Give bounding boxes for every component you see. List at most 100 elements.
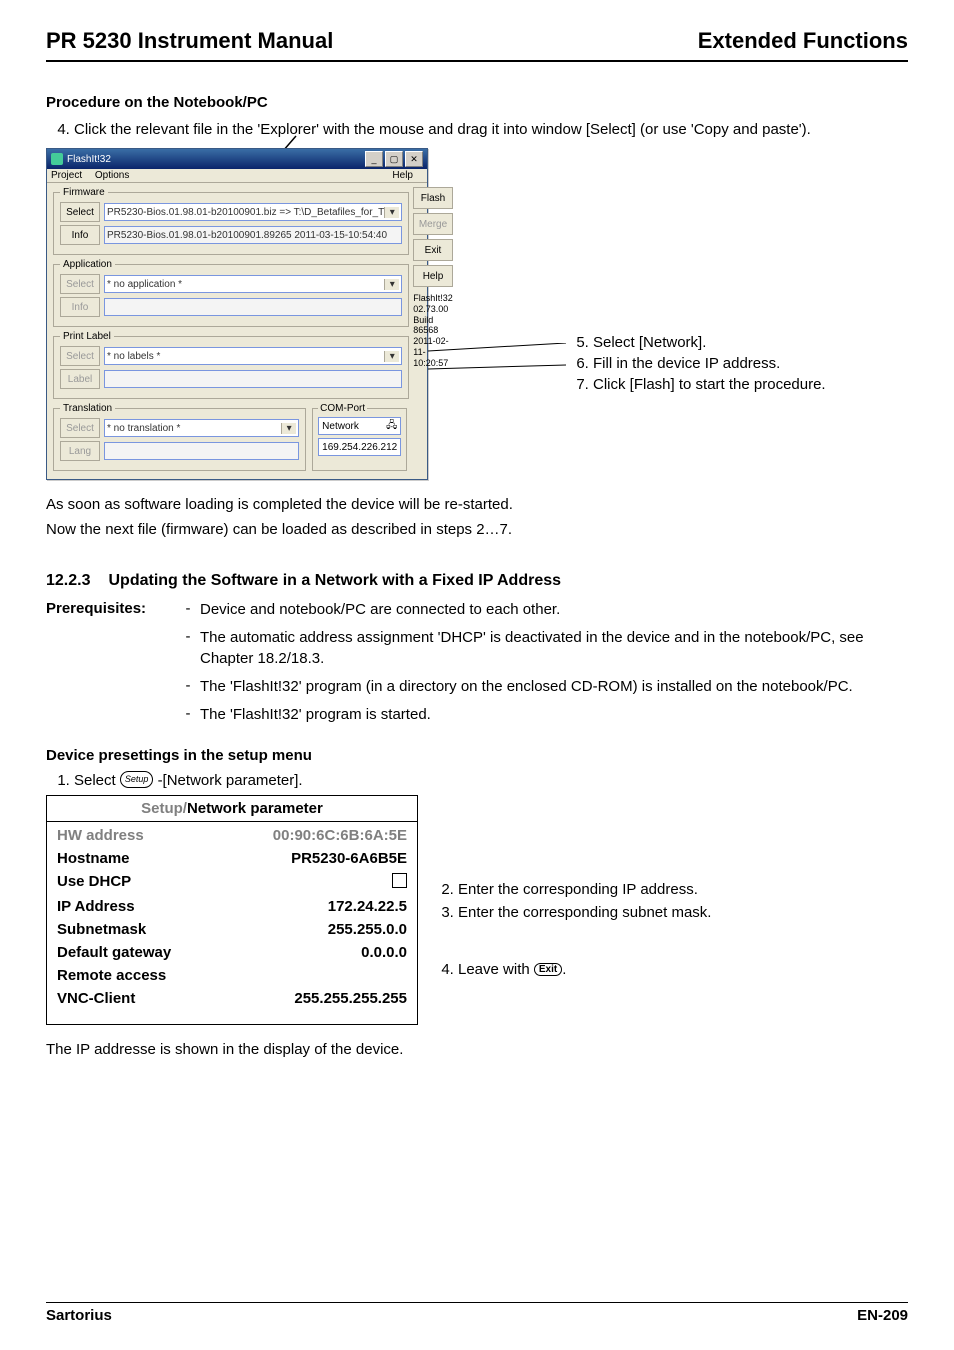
panel-title-grey: Setup/	[141, 800, 187, 817]
comport-ip-value: 169.254.226.212	[322, 442, 397, 453]
firmware-select-field[interactable]: PR5230-Bios.01.98.01-b20100901.biz => T:…	[104, 203, 402, 221]
application-select-value: * no application *	[107, 279, 182, 290]
footer-page: EN-209	[857, 1307, 908, 1324]
param-value-checkbox[interactable]	[392, 873, 407, 892]
param-label: Hostname	[57, 850, 130, 867]
prereq-label: Prerequisites:	[46, 600, 176, 733]
printlabel-select-field[interactable]: * no labels * ▾	[104, 347, 402, 365]
after-line-2: Now the next file (firmware) can be load…	[46, 519, 908, 540]
printlabel-group: Print Label Select * no labels * ▾ Label	[53, 331, 409, 399]
flash-button[interactable]: Flash	[413, 187, 453, 209]
param-value: PR5230-6A6B5E	[291, 850, 407, 867]
exit-button[interactable]: Exit	[413, 239, 453, 261]
firmware-legend: Firmware	[60, 187, 108, 198]
param-label: VNC-Client	[57, 990, 135, 1007]
device-heading: Device presettings in the setup menu	[46, 747, 908, 764]
translation-select-value: * no translation *	[107, 423, 180, 434]
device-step-1: Select Setup -[Network parameter].	[74, 770, 908, 791]
network-icon: 🖧	[386, 418, 397, 435]
translation-legend: Translation	[60, 403, 115, 414]
firmware-info-button[interactable]: Info	[60, 225, 100, 245]
header-title-left: PR 5230 Instrument Manual	[46, 28, 333, 54]
application-info-button: Info	[60, 297, 100, 317]
panel-side-step-4: Leave with Exit.	[458, 961, 908, 978]
comport-port-value: Network	[322, 421, 359, 432]
section-title: Updating the Software in a Network with …	[108, 572, 561, 590]
printlabel-select-value: * no labels *	[107, 351, 160, 362]
prereq-item: Device and notebook/PC are connected to …	[200, 600, 908, 620]
procedure-heading: Procedure on the Notebook/PC	[46, 94, 908, 111]
menu-help[interactable]: Help	[392, 170, 413, 181]
panel-side-step-2: Enter the corresponding IP address.	[458, 881, 908, 898]
footer-brand: Sartorius	[46, 1307, 112, 1324]
network-parameter-panel: Setup/Network parameter HW address 00:90:…	[46, 795, 418, 1025]
menu-project[interactable]: Project	[51, 170, 82, 181]
comport-ip-field[interactable]: 169.254.226.212	[318, 438, 401, 456]
version-info: FlashIt!32 02.73.00 Build 86568 2011-02-…	[413, 293, 453, 369]
application-select-field[interactable]: * no application * ▾	[104, 275, 402, 293]
close-button[interactable]: ✕	[405, 151, 423, 167]
param-value: 255.255.255.255	[294, 990, 407, 1007]
side-step-6: Fill in the device IP address.	[593, 355, 826, 372]
translation-lang-field	[104, 442, 299, 460]
after2-line: The IP addresse is shown in the display …	[46, 1039, 908, 1060]
comport-group: COM-Port Network 🖧 169.254.226.212	[312, 403, 407, 471]
application-select-button[interactable]: Select	[60, 274, 100, 294]
chevron-down-icon[interactable]: ▾	[281, 423, 296, 434]
param-label: Default gateway	[57, 944, 171, 961]
firmware-info-field: PR5230-Bios.01.98.01-b20100901.89265 201…	[104, 226, 402, 244]
menu-options[interactable]: Options	[95, 170, 129, 181]
param-value: 0.0.0.0	[361, 944, 407, 961]
version-line: 2011-02-11-10:20:57	[413, 336, 453, 368]
prereq-list: -Device and notebook/PC are connected to…	[176, 600, 908, 733]
chevron-down-icon[interactable]: ▾	[384, 279, 399, 290]
translation-select-button[interactable]: Select	[60, 418, 100, 438]
side-step-7: Click [Flash] to start the procedure.	[593, 376, 826, 393]
device-step1-post: -[Network parameter].	[158, 772, 303, 789]
translation-group: Translation Select * no translation * ▾ …	[53, 403, 306, 471]
header-title-right: Extended Functions	[698, 28, 908, 54]
param-label: Use DHCP	[57, 873, 131, 892]
prereq-item: The 'FlashIt!32' program (in a directory…	[200, 677, 908, 697]
translation-select-field[interactable]: * no translation * ▾	[104, 419, 299, 437]
param-label: IP Address	[57, 898, 135, 915]
printlabel-label-field	[104, 370, 402, 388]
maximize-button[interactable]: ▢	[385, 151, 403, 167]
version-line: Build 86568	[413, 315, 453, 337]
minimize-button[interactable]: _	[365, 151, 383, 167]
printlabel-label-button: Label	[60, 369, 100, 389]
printlabel-select-button[interactable]: Select	[60, 346, 100, 366]
application-info-field	[104, 298, 402, 316]
help-button[interactable]: Help	[413, 265, 453, 287]
after-line-1: As soon as software loading is completed…	[46, 494, 908, 515]
param-value: 172.24.22.5	[328, 898, 407, 915]
side-step-5: Select [Network].	[593, 334, 826, 351]
panel-side-step-3: Enter the corresponding subnet mask.	[458, 904, 908, 921]
application-group: Application Select * no application * ▾ …	[53, 259, 409, 327]
app-icon	[51, 153, 63, 165]
chevron-down-icon[interactable]: ▾	[384, 207, 399, 218]
flashit-window: FlashIt!32 _ ▢ ✕ Project Options Help	[46, 148, 428, 480]
firmware-select-button[interactable]: Select	[60, 202, 100, 222]
comport-legend: COM-Port	[318, 403, 367, 414]
panel-side-4-pre: Leave with	[458, 961, 534, 978]
chevron-down-icon[interactable]: ▾	[384, 351, 399, 362]
param-value: 255.255.0.0	[328, 921, 407, 938]
version-line: 02.73.00	[413, 304, 453, 315]
printlabel-legend: Print Label	[60, 331, 114, 342]
param-label: HW address	[57, 827, 144, 844]
section-number: 12.2.3	[46, 572, 90, 590]
merge-button[interactable]: Merge	[413, 213, 453, 235]
param-label: Remote access	[57, 967, 166, 984]
procedure-step-4: Click the relevant file in the 'Explorer…	[74, 119, 908, 140]
setup-icon: Setup	[120, 771, 154, 788]
device-step1-pre: Select	[74, 772, 120, 789]
app-title: FlashIt!32	[67, 154, 111, 165]
param-value: 00:90:6C:6B:6A:5E	[273, 827, 407, 844]
firmware-group: Firmware Select PR5230-Bios.01.98.01-b20…	[53, 187, 409, 255]
checkbox-icon[interactable]	[392, 873, 407, 888]
version-line: FlashIt!32	[413, 293, 453, 304]
panel-title: Network parameter	[187, 800, 323, 817]
prereq-item: The 'FlashIt!32' program is started.	[200, 705, 908, 725]
comport-port-field[interactable]: Network 🖧	[318, 417, 401, 435]
